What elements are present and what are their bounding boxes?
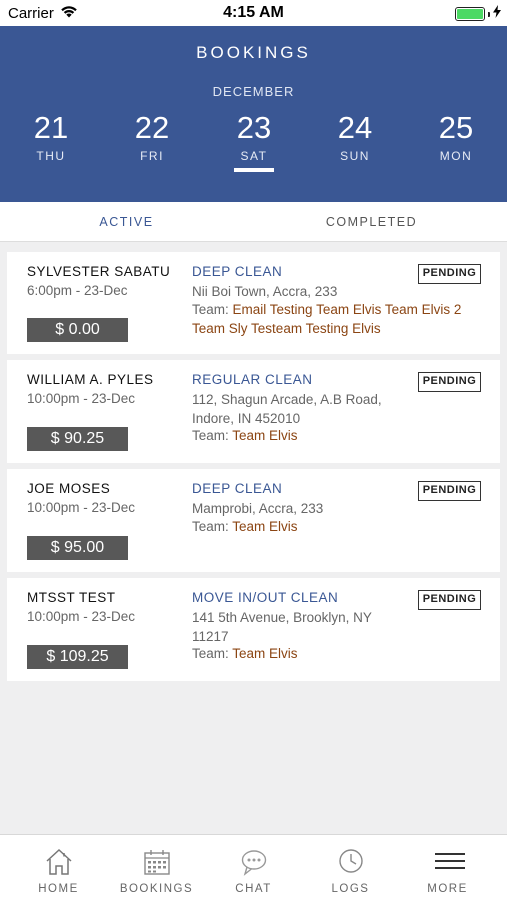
booking-time: 10:00pm - 23-Dec	[27, 500, 136, 515]
team-line: Team: Team Elvis	[192, 518, 482, 537]
clock-time: 4:15 AM	[223, 4, 284, 21]
address: Mamprobi, Accra, 233	[192, 501, 324, 516]
nav-label: HOME	[38, 883, 79, 895]
month-label: DECEMBER	[212, 84, 295, 99]
team-label: Team:	[192, 519, 229, 534]
address: 141 5th Avenue, Brooklyn, NY 11217	[192, 610, 372, 644]
calendar-icon	[144, 850, 170, 875]
price-tag: $ 95.00	[27, 536, 128, 560]
nav-more[interactable]: MORE	[397, 835, 498, 900]
service-type: REGULAR CLEAN	[192, 372, 313, 387]
customer-name: MTSST TEST	[27, 590, 116, 605]
battery-group	[455, 5, 501, 23]
nav-chat[interactable]: CHAT	[203, 835, 304, 900]
service-type: DEEP CLEAN	[192, 481, 283, 496]
bookings-header: BOOKINGS DECEMBER 21 THU 22 FRI 23 SAT 2…	[0, 26, 507, 202]
charging-bolt-icon	[493, 5, 501, 23]
battery-level	[457, 9, 483, 19]
date-weekday: FRI	[140, 149, 164, 163]
date-item-21[interactable]: 21 THU	[11, 110, 91, 163]
price-tag: $ 90.25	[27, 427, 128, 451]
status-badge: PENDING	[418, 264, 481, 284]
customer-name: WILLIAM A. PYLES	[27, 372, 154, 387]
booking-card[interactable]: MTSST TEST 10:00pm - 23-Dec $ 109.25 MOV…	[7, 578, 500, 681]
address: 112, Shagun Arcade, A.B Road, Indore, IN…	[192, 392, 382, 426]
team-name: Team Sly	[192, 320, 248, 336]
team-name: Team Elvis	[232, 428, 298, 443]
bottom-tab-bar: HOME BOOKINGS CHAT LOGS MORE	[0, 834, 507, 900]
clock-icon	[339, 849, 363, 873]
date-day: 22	[134, 110, 170, 145]
tab-completed[interactable]: COMPLETED	[245, 202, 498, 242]
menu-icon	[435, 853, 465, 869]
booking-card[interactable]: WILLIAM A. PYLES 10:00pm - 23-Dec $ 90.2…	[7, 360, 500, 463]
date-item-24[interactable]: 24 SUN	[315, 110, 395, 163]
team-name: Team Elvis	[232, 519, 298, 534]
team-label: Team:	[192, 302, 229, 317]
nav-label: LOGS	[331, 883, 370, 895]
service-type: MOVE IN/OUT CLEAN	[192, 590, 339, 605]
date-item-25[interactable]: 25 MON	[416, 110, 496, 163]
price-tag: $ 109.25	[27, 645, 128, 669]
nav-home[interactable]: HOME	[8, 835, 109, 900]
nav-label: MORE	[427, 883, 468, 895]
nav-logs[interactable]: LOGS	[300, 835, 401, 900]
date-item-22[interactable]: 22 FRI	[112, 110, 192, 163]
selected-date-indicator	[234, 168, 274, 172]
nav-bookings[interactable]: BOOKINGS	[106, 835, 207, 900]
tab-active[interactable]: ACTIVE	[0, 202, 253, 242]
date-weekday: SAT	[240, 149, 268, 163]
team-label: Team:	[192, 646, 229, 661]
date-day: 25	[438, 110, 474, 145]
date-day: 24	[337, 110, 373, 145]
team-name: Email Testing	[232, 302, 313, 317]
address: Nii Boi Town, Accra, 233	[192, 284, 338, 299]
team-line: Team: Team Elvis	[192, 427, 482, 446]
date-weekday: MON	[439, 149, 473, 163]
booking-card[interactable]: JOE MOSES 10:00pm - 23-Dec $ 95.00 DEEP …	[7, 469, 500, 572]
date-weekday: SUN	[340, 149, 370, 163]
booking-list: SYLVESTER SABATU 6:00pm - 23-Dec $ 0.00 …	[7, 252, 500, 687]
page-title: BOOKINGS	[196, 43, 311, 62]
customer-name: JOE MOSES	[27, 481, 111, 496]
date-selector: 21 THU 22 FRI 23 SAT 24 SUN 25 MON	[0, 110, 507, 200]
date-item-23-selected[interactable]: 23 SAT	[214, 110, 294, 172]
status-badge: PENDING	[418, 372, 481, 392]
booking-time: 6:00pm - 23-Dec	[27, 283, 128, 298]
team-line: Team: Email Testing Team Elvis Team Elvi…	[192, 301, 482, 338]
team-name: Team Elvis	[316, 302, 382, 317]
battery-icon	[455, 7, 485, 21]
nav-label: CHAT	[235, 883, 272, 895]
booking-time: 10:00pm - 23-Dec	[27, 609, 136, 624]
price-tag: $ 0.00	[27, 318, 128, 342]
team-name: Team Elvis	[232, 646, 298, 661]
date-weekday: THU	[36, 149, 66, 163]
team-name: Team Elvis 2	[384, 302, 462, 317]
battery-tip	[488, 11, 490, 17]
team-label: Team:	[192, 428, 229, 443]
status-badge: PENDING	[418, 590, 481, 610]
service-type: DEEP CLEAN	[192, 264, 283, 279]
team-name: Testeam	[251, 320, 303, 336]
booking-time: 10:00pm - 23-Dec	[27, 391, 136, 406]
team-line: Team: Team Elvis	[192, 645, 482, 664]
status-badge: PENDING	[418, 481, 481, 501]
chat-bubble-icon	[241, 850, 267, 876]
booking-status-tabs: ACTIVE COMPLETED	[0, 202, 507, 242]
date-day: 21	[33, 110, 69, 145]
nav-label: BOOKINGS	[119, 883, 194, 895]
date-day: 23	[236, 110, 272, 145]
customer-name: SYLVESTER SABATU	[27, 264, 171, 279]
status-bar: Carrier 4:15 AM	[0, 0, 507, 26]
home-icon	[46, 848, 72, 875]
team-name: Testing Elvis	[305, 320, 381, 336]
booking-card[interactable]: SYLVESTER SABATU 6:00pm - 23-Dec $ 0.00 …	[7, 252, 500, 354]
